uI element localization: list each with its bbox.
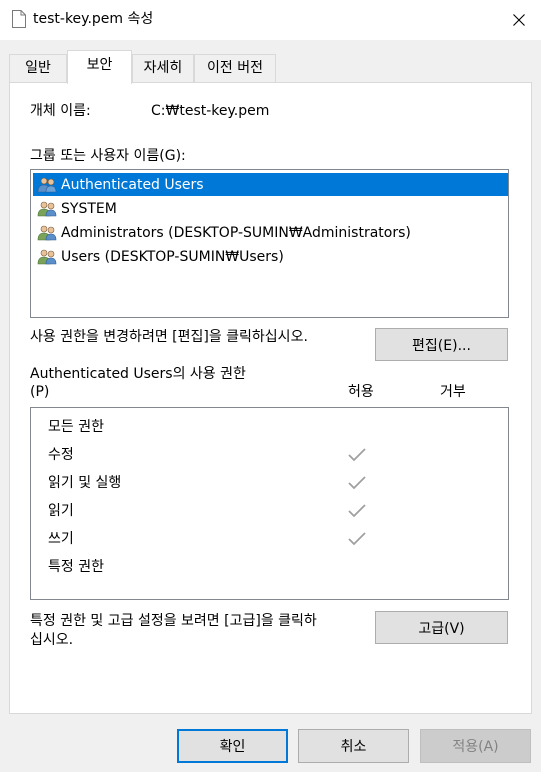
list-item[interactable]: Users (DESKTOP-SUMIN₩Users): [33, 245, 508, 268]
permissions-title-accel: (P): [30, 384, 50, 400]
allow-check-icon: [348, 448, 366, 462]
tab-general[interactable]: 일반: [9, 54, 67, 83]
user-group-icon: [37, 201, 57, 216]
tab-strip: 일반 보안 자세히 이전 버전: [0, 50, 541, 84]
edit-hint: 사용 권한을 변경하려면 [편집]을 클릭하십시오.: [30, 329, 308, 345]
groups-label: 그룹 또는 사용자 이름(G):: [30, 148, 186, 164]
advanced-button[interactable]: 고급(V): [375, 611, 508, 644]
group-name: Administrators (DESKTOP-SUMIN₩Administra…: [61, 224, 411, 241]
tab-details[interactable]: 자세히: [132, 54, 194, 83]
advanced-hint-cont: 십시오.: [30, 632, 74, 648]
user-group-icon: [37, 177, 57, 192]
window-title: test-key.pem 속성: [33, 11, 154, 27]
group-name: Authenticated Users: [61, 176, 204, 193]
permission-row: 읽기 및 실행: [48, 475, 122, 491]
list-item[interactable]: SYSTEM: [33, 197, 508, 220]
list-item[interactable]: Administrators (DESKTOP-SUMIN₩Administra…: [33, 221, 508, 244]
permission-row: 특정 권한: [48, 559, 104, 575]
ok-button[interactable]: 확인: [177, 729, 288, 763]
tab-previous-versions[interactable]: 이전 버전: [194, 54, 276, 83]
cancel-button[interactable]: 취소: [298, 729, 409, 763]
tab-security[interactable]: 보안: [67, 50, 132, 84]
document-icon: [12, 10, 26, 28]
user-group-icon: [37, 249, 57, 264]
deny-column-header: 거부: [440, 384, 466, 400]
permissions-title: Authenticated Users의 사용 권한: [30, 366, 246, 382]
list-item[interactable]: Authenticated Users: [33, 173, 508, 196]
advanced-hint: 특정 권한 및 고급 설정을 보려면 [고급]을 클릭하: [30, 613, 317, 629]
object-name-label: 개체 이름:: [30, 103, 91, 119]
object-name-value: C:₩test-key.pem: [151, 103, 270, 119]
permissions-list: 모든 권한 수정 읽기 및 실행 읽기 쓰기 특정 권한: [30, 407, 509, 600]
close-icon: [512, 14, 525, 26]
allow-check-icon: [348, 476, 366, 490]
permission-row: 모든 권한: [48, 419, 104, 435]
permission-row: 읽기: [48, 503, 74, 519]
group-name: Users (DESKTOP-SUMIN₩Users): [61, 248, 284, 265]
allow-check-icon: [348, 532, 366, 546]
allow-check-icon: [348, 504, 366, 518]
edit-button[interactable]: 편집(E)...: [375, 328, 508, 361]
apply-button[interactable]: 적용(A): [420, 729, 531, 763]
title-bar: test-key.pem 속성: [0, 0, 541, 40]
close-button[interactable]: [496, 0, 541, 40]
permission-row: 수정: [48, 447, 74, 463]
group-name: SYSTEM: [61, 200, 117, 217]
group-user-list[interactable]: Authenticated Users SYSTEM Administrator…: [30, 169, 509, 318]
permission-row: 쓰기: [48, 531, 74, 547]
allow-column-header: 허용: [348, 384, 374, 400]
user-group-icon: [37, 225, 57, 240]
